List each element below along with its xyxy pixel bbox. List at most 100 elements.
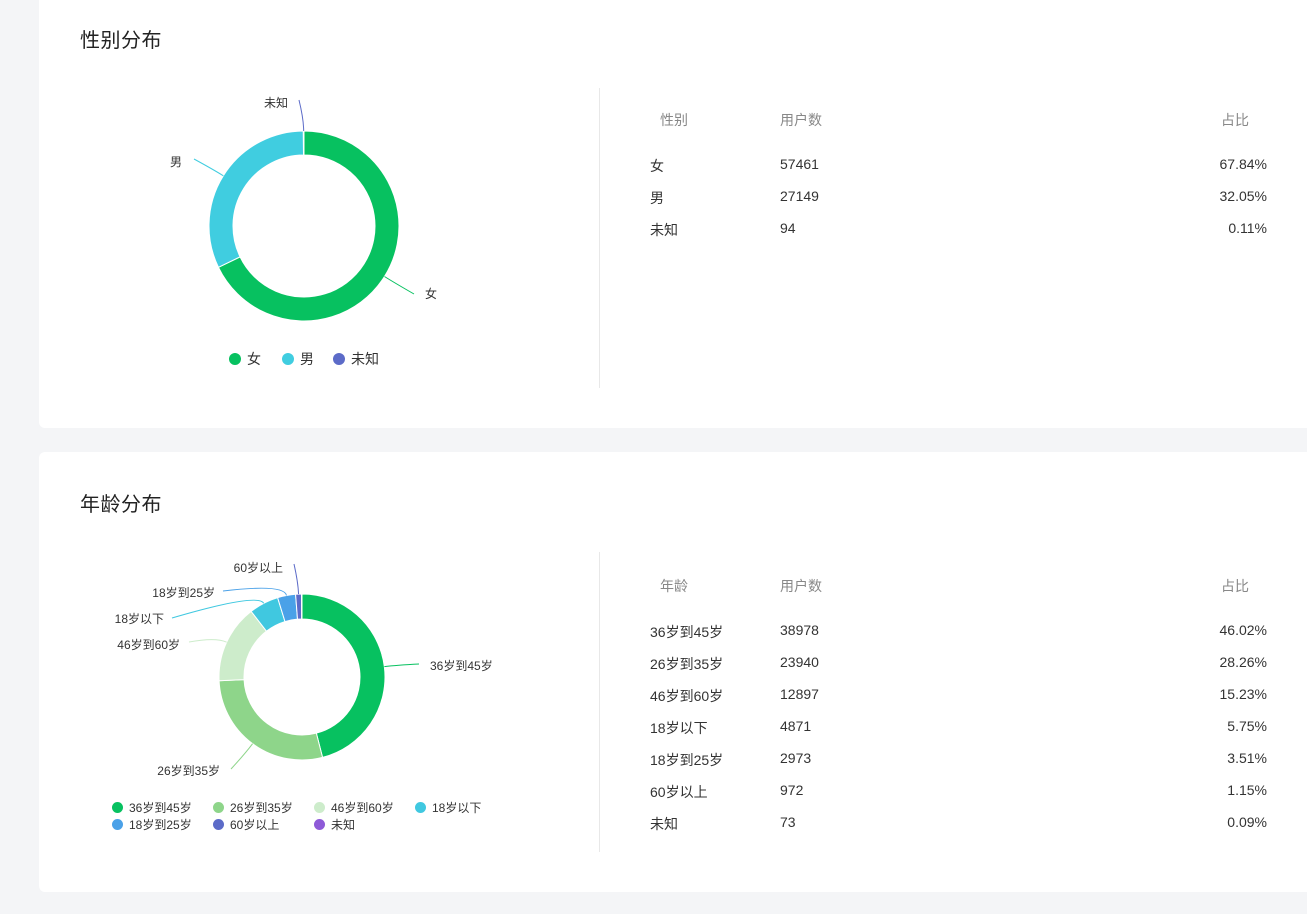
table-row: 男 27149 32.05%	[650, 182, 1267, 214]
legend-item[interactable]: 36岁到45岁	[112, 799, 192, 816]
gender-divider	[599, 88, 600, 388]
slice-label: 18岁以下	[115, 611, 164, 626]
age-table-header: 年龄 用户数 占比	[650, 570, 1267, 616]
header-gender: 性别	[660, 112, 688, 128]
row-count: 57461	[780, 156, 819, 172]
leader-line	[193, 158, 224, 177]
legend-dot	[213, 819, 224, 830]
table-row: 18岁到25岁 2973 3.51%	[650, 744, 1267, 776]
legend-item[interactable]: 18岁以下	[415, 799, 481, 816]
leader-line	[298, 99, 305, 132]
legend-label: 46岁到60岁	[331, 801, 394, 815]
legend-dot	[333, 353, 345, 365]
leader-line	[222, 587, 287, 596]
table-row: 女 57461 67.84%	[650, 150, 1267, 182]
slice-label: 46岁到60岁	[117, 637, 180, 652]
header-ratio: 占比	[1221, 578, 1249, 594]
legend-label: 未知	[331, 818, 356, 832]
legend-dot	[314, 802, 325, 813]
leader-line	[188, 639, 227, 643]
header-ratio: 占比	[1221, 112, 1249, 128]
row-count: 2973	[780, 750, 812, 766]
slice-label: 60岁以上	[234, 560, 283, 575]
table-row: 26岁到35岁 23940 28.26%	[650, 648, 1267, 680]
row-count: 4871	[780, 718, 812, 734]
gender-donut-chart: 女 男 未知	[170, 96, 437, 322]
row-pct: 3.51%	[1227, 750, 1267, 766]
table-row: 46岁到60岁 12897 15.23%	[650, 680, 1267, 712]
legend-item[interactable]: 女	[229, 349, 261, 369]
row-pct: 0.09%	[1227, 814, 1267, 830]
legend-item[interactable]: 男	[282, 349, 314, 369]
legend-label: 36岁到45岁	[129, 801, 192, 815]
table-row: 18岁以下 4871 5.75%	[650, 712, 1267, 744]
table-row: 未知 94 0.11%	[650, 214, 1267, 246]
legend-item[interactable]: 26岁到35岁	[213, 799, 293, 816]
legend-dot	[282, 353, 294, 365]
row-label: 60岁以上	[650, 784, 708, 800]
row-label: 未知	[650, 816, 678, 832]
legend-label: 60岁以上	[230, 818, 280, 832]
gender-table-header: 性别 用户数 占比	[650, 104, 1267, 150]
row-pct: 67.84%	[1219, 156, 1267, 172]
gender-card: 性别分布 女男未知 女男未知 性别 用户数 占比 女 57461 67.84% …	[39, 0, 1307, 428]
slice-label: 26岁到35岁	[157, 763, 220, 778]
legend-item[interactable]: 未知	[314, 816, 355, 833]
row-label: 女	[650, 158, 664, 174]
row-count: 23940	[780, 654, 819, 670]
row-label: 26岁到35岁	[650, 656, 724, 672]
row-pct: 5.75%	[1227, 718, 1267, 734]
row-count: 94	[780, 220, 796, 236]
donut-slice-1[interactable]	[218, 679, 324, 761]
row-label: 18岁到25岁	[650, 752, 724, 768]
slice-label: 未知	[264, 96, 288, 110]
legend-dot	[112, 819, 123, 830]
row-count: 12897	[780, 686, 819, 702]
leader-line	[230, 743, 253, 770]
row-label: 未知	[650, 222, 678, 238]
legend-label: 26岁到35岁	[230, 801, 293, 815]
age-card: 年龄分布 36岁到45岁 26岁到35岁 46岁到60岁 18岁以下 18岁到25岁 60…	[39, 452, 1307, 892]
row-pct: 32.05%	[1219, 188, 1267, 204]
legend-label: 男	[300, 351, 314, 367]
row-count: 972	[780, 782, 804, 798]
table-row: 60岁以上 972 1.15%	[650, 776, 1267, 808]
header-users: 用户数	[780, 112, 822, 128]
leader-line	[384, 663, 420, 668]
row-pct: 0.11%	[1228, 220, 1267, 236]
donut-slice-1[interactable]	[208, 130, 305, 268]
legend-item[interactable]: 未知	[333, 349, 379, 369]
slice-label: 男	[170, 155, 182, 169]
legend-dot	[112, 802, 123, 813]
gender-table: 性别 用户数 占比 女 57461 67.84% 男 27149 32.05% …	[650, 104, 1267, 246]
age-table: 年龄 用户数 占比 36岁到45岁 38978 46.02% 26岁到35岁 2…	[650, 570, 1267, 840]
header-users: 用户数	[780, 578, 822, 594]
leader-line	[384, 276, 415, 295]
leader-line	[293, 563, 300, 595]
row-pct: 28.26%	[1219, 654, 1267, 670]
legend-item[interactable]: 18岁到25岁	[112, 816, 192, 833]
table-row: 未知 73 0.09%	[650, 808, 1267, 840]
row-count: 73	[780, 814, 796, 830]
legend-dot	[213, 802, 224, 813]
legend-label: 18岁到25岁	[129, 818, 192, 832]
legend-item[interactable]: 60岁以上	[213, 816, 279, 833]
donut-slice-0[interactable]	[301, 593, 386, 759]
legend-dot	[415, 802, 426, 813]
header-age: 年龄	[660, 578, 688, 594]
legend-label: 女	[247, 351, 261, 367]
legend-item[interactable]: 46岁到60岁	[314, 799, 394, 816]
row-label: 18岁以下	[650, 720, 708, 736]
row-count: 27149	[780, 188, 819, 204]
slice-label: 女	[425, 286, 437, 301]
donut-slice-2[interactable]	[302, 130, 305, 156]
table-row: 36岁到45岁 38978 46.02%	[650, 616, 1267, 648]
row-label: 男	[650, 190, 664, 206]
legend-label: 未知	[351, 351, 379, 367]
row-label: 36岁到45岁	[650, 624, 724, 640]
legend-dot	[314, 819, 325, 830]
age-divider	[599, 552, 600, 852]
row-pct: 15.23%	[1219, 686, 1267, 702]
row-pct: 1.15%	[1227, 782, 1267, 798]
slice-label: 18岁到25岁	[152, 585, 215, 600]
